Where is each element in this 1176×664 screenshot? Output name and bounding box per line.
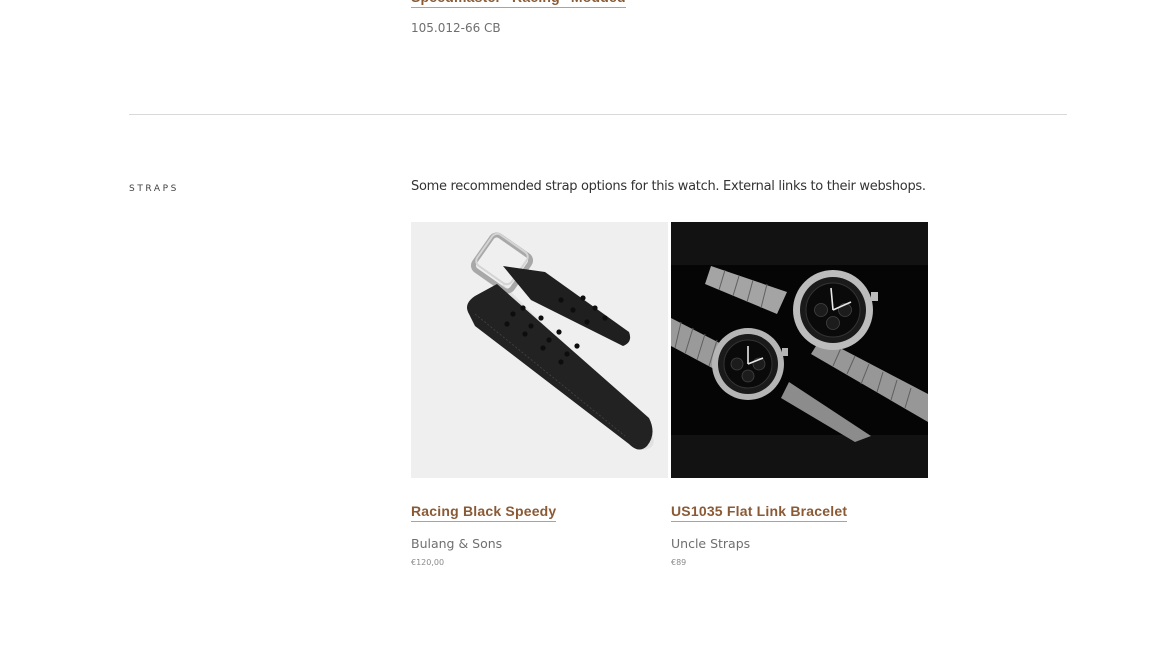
strap-price: €89 bbox=[671, 558, 687, 567]
strap-image-link[interactable] bbox=[671, 222, 928, 478]
page: Speedmaster "Racing" Modded 105.012-66 C… bbox=[0, 0, 1176, 664]
strap-image-link[interactable] bbox=[411, 222, 668, 478]
strap-brand: Bulang & Sons bbox=[411, 536, 503, 551]
strap-brand: Uncle Straps bbox=[671, 536, 751, 551]
strap-title-link[interactable]: US1035 Flat Link Bracelet bbox=[671, 503, 848, 522]
straps-section-label: STRAPS bbox=[129, 184, 179, 194]
strap-price: €120,00 bbox=[411, 558, 445, 567]
strap-card-us1035-flat-link-bracelet: US1035 Flat Link Bracelet Uncle Straps €… bbox=[671, 222, 928, 567]
black-racing-leather-strap-photo bbox=[411, 222, 668, 478]
strap-card-racing-black-speedy: Racing Black Speedy Bulang & Sons €120,0… bbox=[411, 222, 668, 567]
previous-item-reference: 105.012-66 CB bbox=[411, 21, 501, 35]
straps-section-description: Some recommended strap options for this … bbox=[411, 179, 926, 194]
previous-item-title-link[interactable]: Speedmaster "Racing" Modded bbox=[411, 0, 626, 8]
strap-title-link[interactable]: Racing Black Speedy bbox=[411, 503, 557, 522]
section-divider bbox=[129, 114, 1067, 115]
two-speedmaster-watches-on-steel-bracelets-photo bbox=[671, 222, 928, 478]
